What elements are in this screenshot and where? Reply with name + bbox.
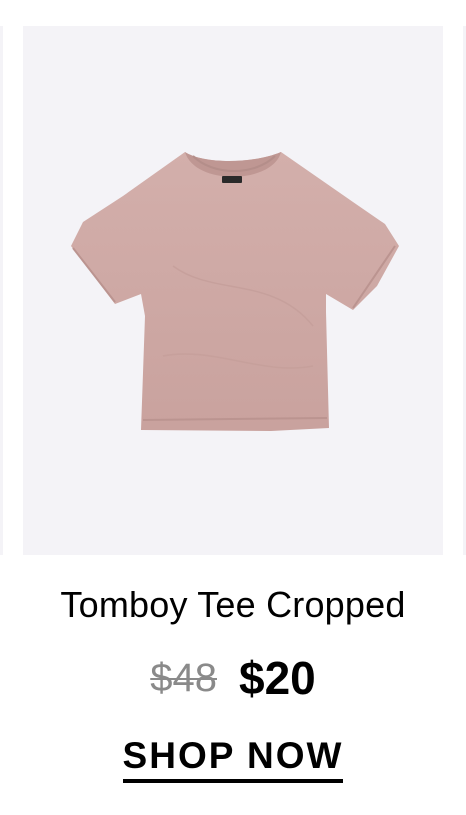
price-row: $48 $20	[0, 652, 466, 704]
product-title[interactable]: Tomboy Tee Cropped	[0, 582, 466, 628]
cta-container: SHOP NOW	[0, 735, 466, 783]
t-shirt-image	[71, 152, 399, 431]
adjacent-card-left-edge	[0, 26, 3, 555]
product-image[interactable]	[23, 26, 443, 555]
sale-price: $20	[239, 652, 316, 704]
original-price: $48	[150, 655, 217, 700]
shop-now-link[interactable]: SHOP NOW	[122, 735, 344, 783]
